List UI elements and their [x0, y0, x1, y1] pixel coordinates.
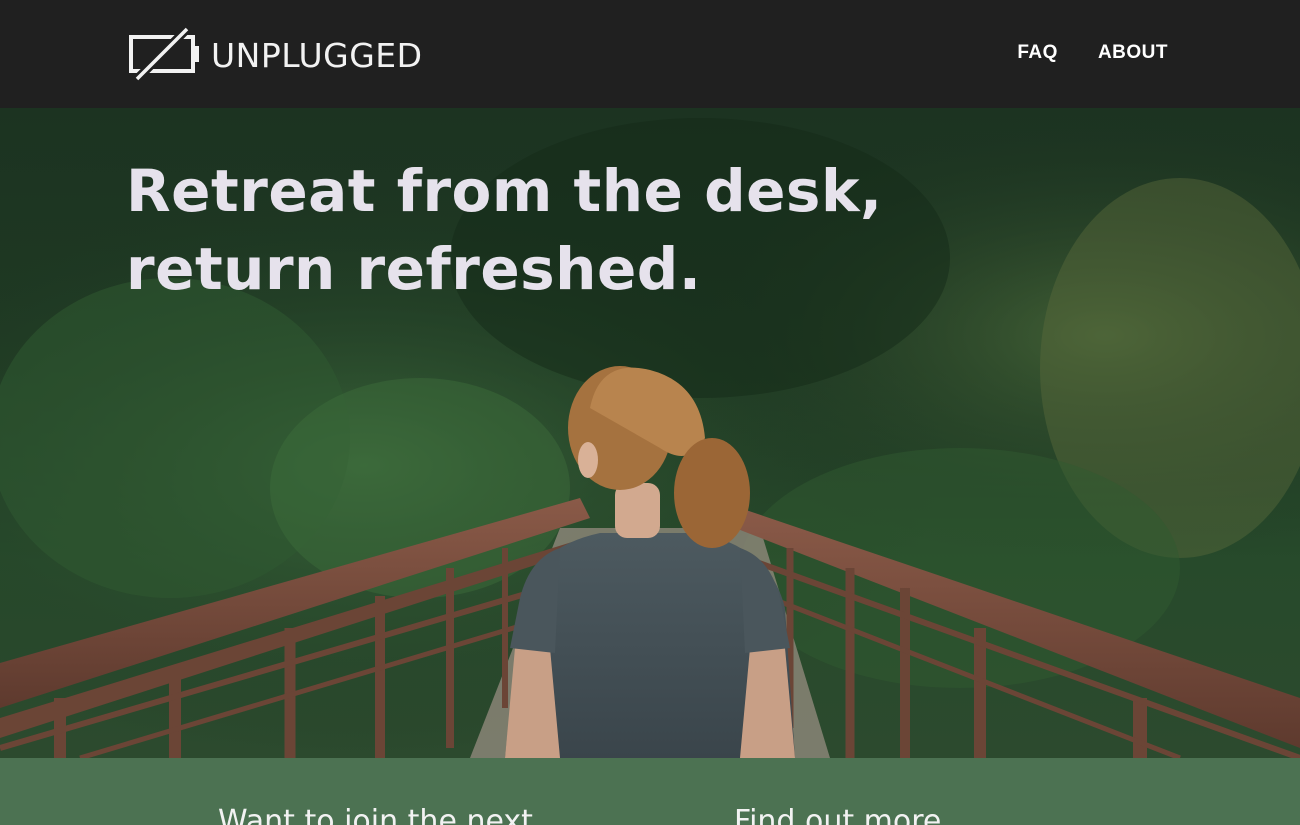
- hero-section: Retreat from the desk, return refreshed.: [0, 108, 1300, 758]
- main-nav: FAQ ABOUT: [1017, 40, 1168, 66]
- brand-name: UNPLUGGED: [211, 35, 423, 75]
- battery-off-icon: [129, 27, 199, 83]
- hero-headline-line2: return refreshed.: [126, 235, 702, 303]
- join-next-heading: Want to join the next: [218, 804, 533, 825]
- site-header: UNPLUGGED FAQ ABOUT: [0, 0, 1300, 108]
- find-out-more-heading: Find out more: [734, 804, 942, 825]
- hero-headline-line1: Retreat from the desk,: [126, 157, 883, 225]
- hero-headline: Retreat from the desk, return refreshed.: [126, 152, 926, 308]
- cta-band: Want to join the next Find out more: [0, 758, 1300, 825]
- brand-logo-link[interactable]: UNPLUGGED: [129, 27, 423, 83]
- nav-about-link[interactable]: ABOUT: [1098, 40, 1168, 66]
- nav-faq-link[interactable]: FAQ: [1017, 40, 1058, 66]
